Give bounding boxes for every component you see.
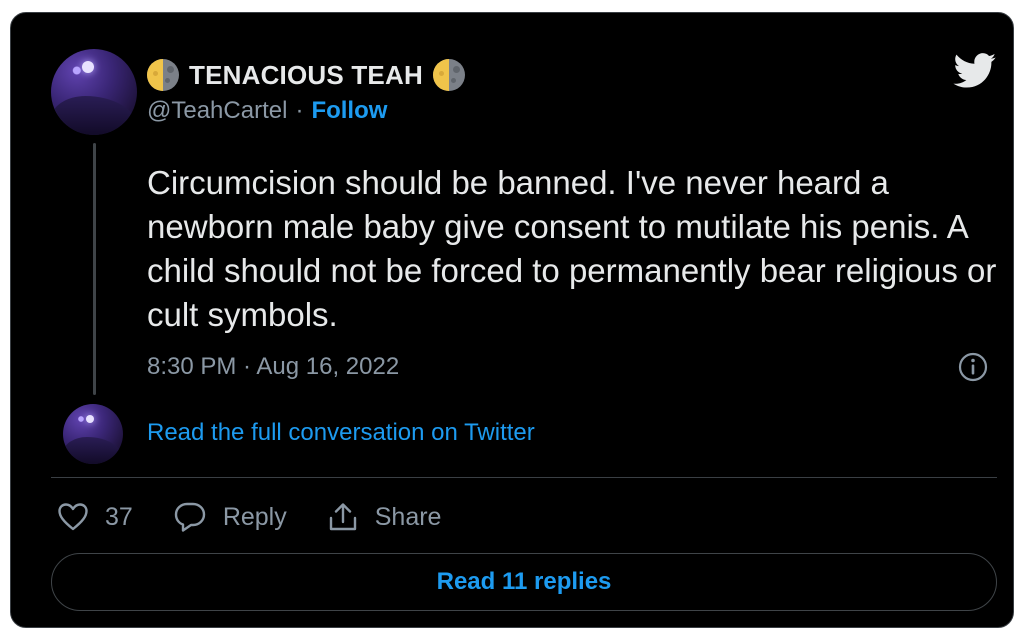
reply-label: Reply [222,502,287,531]
share-label: Share [374,502,442,531]
heart-icon [58,503,88,531]
tweet-card: TENACIOUS TEAH @TeahCartel · Follow Circ… [10,12,1014,628]
read-full-conversation-link[interactable]: Read the full conversation on Twitter [147,419,535,447]
avatar-hills [51,96,137,135]
tweet-timestamp[interactable]: 8:30 PM · Aug 16, 2022 [147,353,399,381]
handle-separator: · [295,97,304,124]
avatar-moon [81,61,94,74]
moon-emoji-icon [147,59,179,91]
like-count: 37 [105,502,133,531]
info-icon[interactable] [957,351,989,383]
action-bar: 37 Reply Share [57,497,481,537]
author-name-row[interactable]: TENACIOUS TEAH [147,57,465,93]
author-handle[interactable]: @TeahCartel [147,97,287,125]
share-button[interactable]: Share [327,501,442,533]
avatar-moon [85,414,95,424]
moon-emoji-icon [432,59,465,91]
reply-button[interactable]: Reply [173,501,287,533]
twitter-bird-icon[interactable] [953,53,997,89]
reply-bubble-icon [174,502,206,532]
like-button[interactable]: 37 [57,502,133,532]
author-display-name[interactable]: TENACIOUS TEAH [189,60,423,91]
author-avatar[interactable] [51,49,137,135]
avatar-hills [63,437,123,464]
read-replies-label: Read 11 replies [436,568,612,595]
tweet-text: Circumcision should be banned. I've neve… [147,164,997,333]
read-replies-button[interactable]: Read 11 replies [51,553,997,611]
share-icon [329,503,356,531]
follow-link[interactable]: Follow [311,97,387,125]
author-handle-row: @TeahCartel · Follow [147,97,387,125]
divider [51,477,997,478]
conversation-avatar [63,404,123,464]
thread-line [93,143,96,395]
